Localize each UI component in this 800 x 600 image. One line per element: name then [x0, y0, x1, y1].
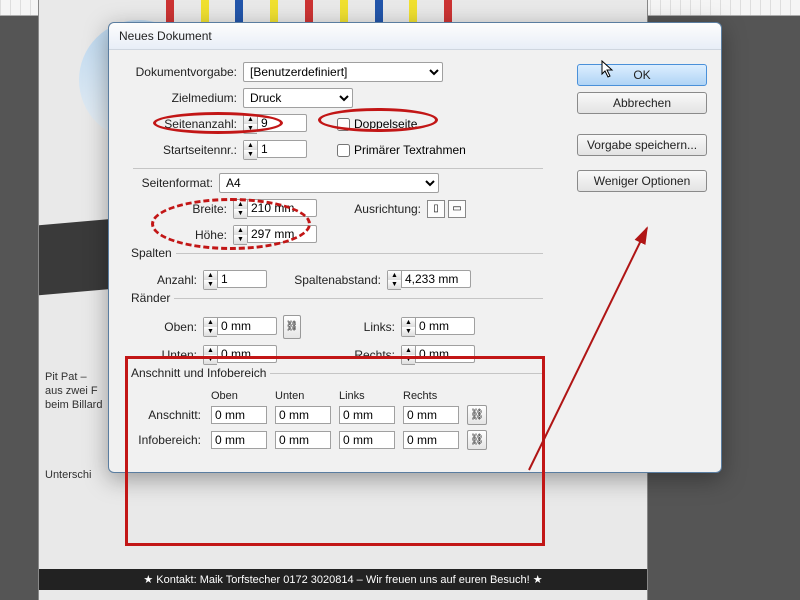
link-bleed-icon[interactable]: ⛓: [467, 405, 487, 425]
margin-bottom-spinner[interactable]: ▲▼: [203, 345, 277, 365]
slug-left-input[interactable]: [339, 431, 395, 449]
slug-top-input[interactable]: [211, 431, 267, 449]
margin-bottom-input[interactable]: [217, 345, 277, 363]
bleed-header-top: Oben: [211, 390, 271, 402]
bleed-header-bottom: Unten: [275, 390, 335, 402]
spinner-up-icon[interactable]: ▲: [204, 346, 217, 355]
columns-section-label: Spalten: [127, 246, 176, 260]
preset-label: Dokumentvorgabe:: [123, 65, 243, 79]
fewer-options-button[interactable]: Weniger Optionen: [577, 170, 707, 192]
margin-right-spinner[interactable]: ▲▼: [401, 345, 475, 365]
pages-spinner[interactable]: ▲▼: [243, 114, 307, 134]
bleed-header-right: Rechts: [403, 390, 463, 402]
margin-left-input[interactable]: [415, 317, 475, 335]
margin-top-label: Oben:: [133, 320, 203, 334]
bleed-left-input[interactable]: [339, 406, 395, 424]
gutter-label: Spaltenabstand:: [267, 273, 387, 287]
facing-pages-checkbox[interactable]: [337, 118, 350, 131]
link-slug-icon[interactable]: ⛓: [467, 430, 487, 450]
margins-section-label: Ränder: [127, 291, 174, 305]
width-spinner[interactable]: ▲▼: [233, 199, 317, 219]
spinner-up-icon[interactable]: ▲: [244, 115, 257, 124]
height-spinner[interactable]: ▲▼: [233, 225, 317, 245]
medium-label: Zielmedium:: [123, 91, 243, 105]
margin-top-input[interactable]: [217, 317, 277, 335]
spinner-down-icon[interactable]: ▼: [234, 235, 247, 244]
primary-textframe-label: Primärer Textrahmen: [354, 143, 466, 157]
link-margins-icon[interactable]: ⛓: [283, 315, 301, 339]
bleed-top-input[interactable]: [211, 406, 267, 424]
pagesize-label: Seitenformat:: [123, 176, 219, 190]
pagesize-dropdown[interactable]: A4: [219, 173, 439, 193]
column-count-input[interactable]: [217, 270, 267, 288]
bleed-header-left: Links: [339, 390, 399, 402]
save-preset-button[interactable]: Vorgabe speichern...: [577, 134, 707, 156]
slug-right-input[interactable]: [403, 431, 459, 449]
page-footer: ★ Kontakt: Maik Torfstecher 0172 3020814…: [39, 569, 647, 590]
bleed-right-input[interactable]: [403, 406, 459, 424]
bleed-section-label: Anschnitt und Infobereich: [127, 366, 270, 380]
orientation-label: Ausrichtung:: [347, 202, 427, 216]
dialog-title: Neues Dokument: [109, 23, 721, 50]
spinner-down-icon[interactable]: ▼: [244, 150, 257, 159]
margin-top-spinner[interactable]: ▲▼: [203, 317, 277, 337]
orientation-landscape-icon[interactable]: ▭: [448, 200, 466, 218]
pages-label: Seitenanzahl:: [123, 117, 243, 131]
column-count-label: Anzahl:: [133, 273, 203, 287]
spinner-up-icon[interactable]: ▲: [204, 271, 217, 280]
margin-right-label: Rechts:: [301, 348, 401, 362]
spinner-down-icon[interactable]: ▼: [402, 327, 415, 336]
spinner-down-icon[interactable]: ▼: [244, 124, 257, 133]
bleed-row-label: Anschnitt:: [133, 408, 207, 422]
cancel-button[interactable]: Abbrechen: [577, 92, 707, 114]
spinner-up-icon[interactable]: ▲: [204, 318, 217, 327]
margin-left-spinner[interactable]: ▲▼: [401, 317, 475, 337]
orientation-portrait-icon[interactable]: ▯: [427, 200, 445, 218]
spinner-up-icon[interactable]: ▲: [244, 141, 257, 150]
spinner-up-icon[interactable]: ▲: [402, 346, 415, 355]
spinner-up-icon[interactable]: ▲: [234, 226, 247, 235]
spinner-down-icon[interactable]: ▼: [388, 280, 401, 289]
ok-button[interactable]: OK: [577, 64, 707, 86]
startpage-spinner[interactable]: ▲▼: [243, 140, 307, 160]
medium-dropdown[interactable]: Druck: [243, 88, 353, 108]
height-input[interactable]: [247, 225, 317, 243]
gutter-spinner[interactable]: ▲▼: [387, 270, 471, 290]
gutter-input[interactable]: [401, 270, 471, 288]
spinner-up-icon[interactable]: ▲: [388, 271, 401, 280]
primary-textframe-checkbox[interactable]: [337, 144, 350, 157]
slug-bottom-input[interactable]: [275, 431, 331, 449]
spinner-down-icon[interactable]: ▼: [234, 209, 247, 218]
bleed-bottom-input[interactable]: [275, 406, 331, 424]
slug-row-label: Infobereich:: [133, 433, 207, 447]
spinner-up-icon[interactable]: ▲: [402, 318, 415, 327]
margin-left-label: Links:: [301, 320, 401, 334]
spinner-down-icon[interactable]: ▼: [204, 280, 217, 289]
pages-input[interactable]: [257, 114, 307, 132]
width-input[interactable]: [247, 199, 317, 217]
column-count-spinner[interactable]: ▲▼: [203, 270, 267, 290]
spinner-down-icon[interactable]: ▼: [402, 355, 415, 364]
startpage-input[interactable]: [257, 140, 307, 158]
new-document-dialog: Neues Dokument OK Abbrechen Vorgabe spei…: [108, 22, 722, 473]
width-label: Breite:: [163, 202, 233, 216]
spinner-down-icon[interactable]: ▼: [204, 327, 217, 336]
startpage-label: Startseitennr.:: [123, 143, 243, 157]
height-label: Höhe:: [163, 228, 233, 242]
spinner-up-icon[interactable]: ▲: [234, 200, 247, 209]
facing-pages-label: Doppelseite: [354, 117, 417, 131]
margin-bottom-label: Unten:: [133, 348, 203, 362]
dialog-button-column: OK Abbrechen Vorgabe speichern... Wenige…: [577, 64, 707, 198]
margin-right-input[interactable]: [415, 345, 475, 363]
spinner-down-icon[interactable]: ▼: [204, 355, 217, 364]
preset-dropdown[interactable]: [Benutzerdefiniert]: [243, 62, 443, 82]
